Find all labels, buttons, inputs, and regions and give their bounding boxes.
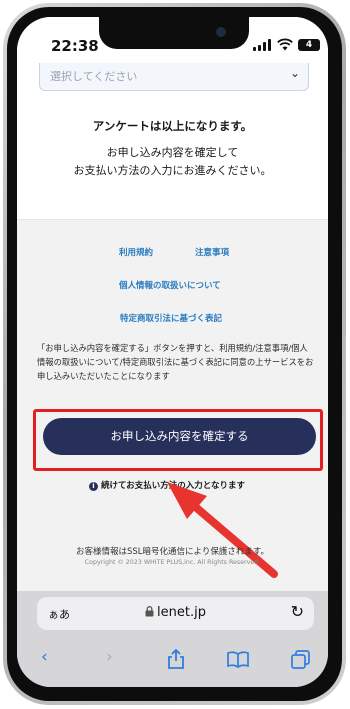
battery-indicator: 4 (298, 39, 320, 51)
highlight-box (33, 409, 323, 471)
terms-link[interactable]: 利用規約 (119, 246, 153, 258)
payment-next-note: i 続けてお支払い方法の入力となります (89, 479, 245, 491)
commerce-law-link[interactable]: 特定商取引法に基づく表記 (120, 312, 222, 324)
privacy-link[interactable]: 個人情報の取扱いについて (119, 279, 221, 291)
url-host-text: lenet.jp (157, 605, 206, 620)
cellular-signal-icon (253, 39, 273, 51)
ssl-notice: お客様情報はSSL暗号化通信により保護されます。 (75, 547, 269, 557)
address-bar[interactable]: ぁあ lenet.jp ↻ (37, 597, 314, 630)
lock-icon (145, 606, 154, 617)
share-icon[interactable] (167, 649, 185, 669)
survey-select-dropdown[interactable]: 選択してください ⌄ (39, 63, 309, 91)
phone-screen: 22:38 4 選択してください ⌄ アンケートは以上になります。 お申し込み内… (17, 17, 328, 687)
survey-end-title: アンケートは以上になります。 (92, 119, 253, 133)
chevron-down-icon: ⌄ (289, 66, 300, 80)
select-placeholder: 選択してください (50, 70, 138, 83)
survey-message-line-2: お支払い方法の入力にお進みください。 (73, 164, 272, 177)
notes-link[interactable]: 注意事項 (195, 246, 229, 258)
browser-address-area: ぁあ lenet.jp ↻ (17, 591, 328, 637)
forward-icon[interactable]: › (106, 647, 113, 667)
copyright-text: Copyright © 2023 WHITE PLUS,inc. All Rig… (84, 559, 261, 566)
web-content: 選択してください ⌄ アンケートは以上になります。 お申し込み内容を確定して お… (17, 63, 328, 591)
screenshot-frame: 22:38 4 選択してください ⌄ アンケートは以上になります。 お申し込み内… (0, 0, 350, 709)
consent-text: 「お申し込み内容を確定する」ボタンを押すと、利用規約/注意事項/個人情報の取扱い… (37, 343, 314, 381)
status-bar: 22:38 4 (17, 17, 328, 63)
bookmarks-icon[interactable] (227, 651, 249, 668)
front-camera (216, 27, 226, 37)
status-time: 22:38 (51, 37, 99, 55)
back-icon[interactable]: ‹ (41, 647, 48, 667)
reload-icon[interactable]: ↻ (291, 602, 304, 621)
survey-message-line-1: お申し込み内容を確定して (106, 146, 239, 159)
url-host: lenet.jp (37, 605, 314, 620)
browser-toolbar: ‹ › (17, 637, 328, 687)
footer-section (17, 219, 328, 591)
notch (99, 17, 249, 49)
info-icon: i (89, 482, 98, 491)
tabs-icon[interactable] (291, 650, 310, 669)
payment-next-text: 続けてお支払い方法の入力となります (101, 481, 245, 491)
wifi-icon (277, 38, 293, 51)
